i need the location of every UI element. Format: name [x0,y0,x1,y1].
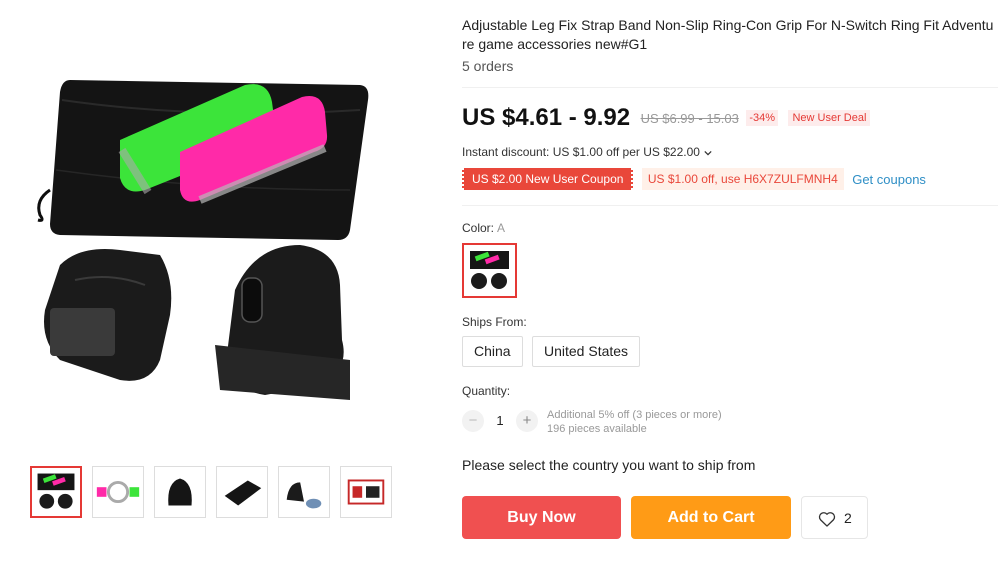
instant-discount[interactable]: Instant discount: US $1.00 off per US $2… [462,145,712,159]
add-to-cart-button[interactable]: Add to Cart [631,496,791,539]
ships-from-label: Ships From: [462,315,527,329]
heart-icon [818,512,836,527]
coupon-row: US $2.00 New User Coupon US $1.00 off, u… [462,168,926,190]
product-main-image [20,40,400,440]
instant-discount-text: Instant discount: US $1.00 off per US $2… [462,145,700,159]
thumbnail-1-image [37,473,75,509]
thumbnail-3-image [168,478,192,506]
product-title: Adjustable Leg Fix Strap Band Non-Slip R… [462,17,994,52]
new-user-coupon[interactable]: US $2.00 New User Coupon [462,168,634,190]
thumbnail-6-image [347,479,385,505]
divider [462,87,998,88]
thumbnail-2-image [96,480,140,504]
thumbnail-5-image [286,482,322,509]
thumbnail-1[interactable] [30,466,82,518]
wishlist-button[interactable]: 2 [801,496,868,539]
thumbnail-3[interactable] [154,466,206,518]
new-user-deal-badge: New User Deal [788,110,871,126]
current-price: US $4.61 - 9.92 [462,104,631,131]
color-label: Color: A [462,221,505,235]
color-option-a[interactable] [462,243,517,298]
order-count: 5 orders [462,58,514,74]
thumbnail-4-image [224,480,262,506]
code-coupon[interactable]: US $1.00 off, use H6X7ZULFMNH4 [641,168,844,190]
thumbnail-5[interactable] [278,466,330,518]
color-label-text: Color: [462,221,495,235]
thumbnail-2[interactable] [92,466,144,518]
stock-available: 196 pieces available [547,423,647,435]
thumbnail-strip [30,466,402,520]
price-row: US $4.61 - 9.92 US $6.99 - 15.03 -34% Ne… [462,104,871,134]
product-photo [37,80,369,400]
get-coupons-link[interactable]: Get coupons [852,172,926,187]
bulk-discount-note: Additional 5% off (3 pieces or more) [547,409,722,421]
quantity-increase-button[interactable]: + [516,410,538,432]
divider [462,205,998,206]
thumbnail-4[interactable] [216,466,268,518]
color-selected-value: A [497,221,506,235]
buy-now-button[interactable]: Buy Now [462,496,621,539]
discount-badge: -34% [746,110,778,126]
wishlist-count: 2 [844,510,852,526]
quantity-label: Quantity: [462,384,511,398]
ship-from-united-states[interactable]: United States [532,336,641,367]
ship-from-china[interactable]: China [462,336,523,367]
quantity-info: Additional 5% off (3 pieces or more) 196… [547,408,722,436]
original-price: US $6.99 - 15.03 [640,110,739,126]
ship-country-notice: Please select the country you want to sh… [462,457,756,473]
thumbnail-6[interactable] [340,466,392,518]
product-details: Adjustable Leg Fix Strap Band Non-Slip R… [462,0,998,561]
color-option-a-image [470,251,509,289]
chevron-down-icon [704,150,712,156]
